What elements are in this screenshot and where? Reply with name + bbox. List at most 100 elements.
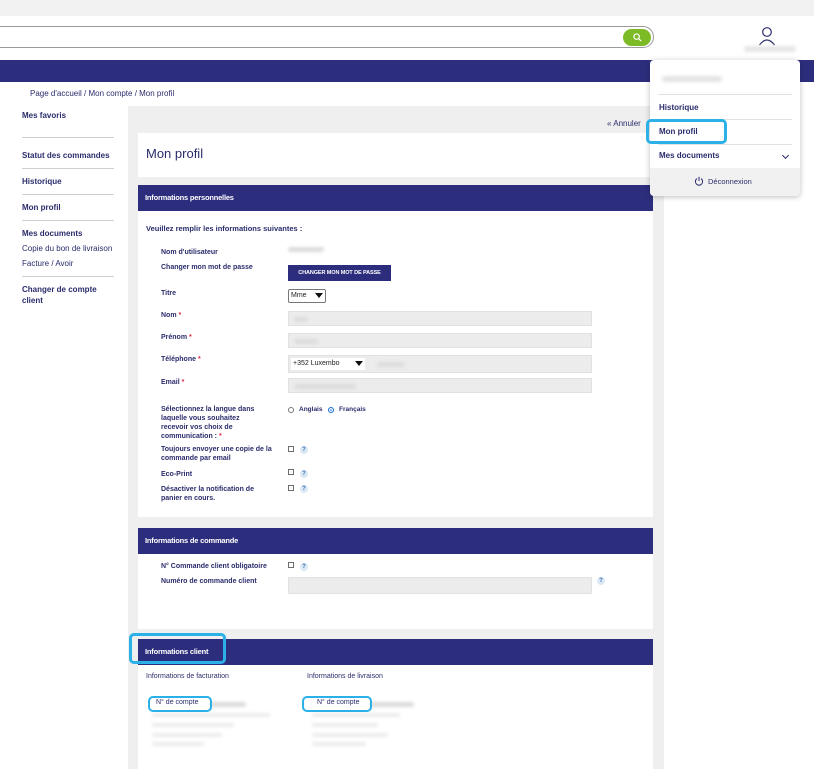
language-label: Sélectionnez la langue dans laquelle vou… xyxy=(161,405,261,441)
sidebar-divider xyxy=(22,168,114,169)
chevron-down-icon xyxy=(315,293,323,298)
sidebar-item-favorites[interactable]: Mes favoris xyxy=(22,110,114,121)
disable-cart-notification-checkbox[interactable] xyxy=(288,485,294,491)
sidebar-divider xyxy=(22,194,114,195)
sidebar-item-delivery-copy[interactable]: Copie du bon de livraison xyxy=(22,243,114,254)
email-label-text: Email xyxy=(161,379,180,386)
client-order-required-checkbox[interactable] xyxy=(288,562,294,568)
delivery-address-line xyxy=(312,733,388,737)
phone-country-select[interactable]: +352 Luxembo xyxy=(291,358,365,370)
required-marker: * xyxy=(178,312,182,319)
highlight-my-profile xyxy=(646,119,727,144)
firstname-label-text: Prénom xyxy=(161,334,188,341)
sidebar-item-change-account[interactable]: Changer de compte client xyxy=(22,284,114,306)
eco-print-label: Eco-Print xyxy=(161,471,193,478)
user-menu-history[interactable]: Historique xyxy=(659,103,699,112)
lastname-value xyxy=(294,317,308,322)
sidebar-item-order-status[interactable]: Statut des commandes xyxy=(22,150,114,161)
sidebar-item-my-profile[interactable]: Mon profil xyxy=(22,202,114,213)
delivery-account-number-value xyxy=(370,702,414,707)
search-input[interactable] xyxy=(0,26,654,48)
sidebar-item-invoice[interactable]: Facture / Avoir xyxy=(22,258,114,269)
lastname-label: Nom * xyxy=(161,311,181,320)
delivery-address-line xyxy=(312,723,378,727)
billing-address-line xyxy=(152,723,234,727)
user-menu-my-documents[interactable]: Mes documents xyxy=(659,151,719,160)
firstname-label: Prénom * xyxy=(161,333,192,342)
personal-info-intro: Veuillez remplir les informations suivan… xyxy=(146,224,303,233)
billing-address-line xyxy=(152,742,204,746)
billing-account-number-value xyxy=(210,702,246,707)
order-info-panel: Informations de commande N° Commande cli… xyxy=(138,528,653,629)
cancel-link[interactable]: « Annuler xyxy=(607,119,641,128)
delivery-info-heading: Informations de livraison xyxy=(307,673,383,680)
firstname-field[interactable] xyxy=(288,333,592,348)
breadcrumb: Page d'accueil / Mon compte / Mon profil xyxy=(30,89,175,98)
change-password-button[interactable]: CHANGER MON MOT DE PASSE xyxy=(288,265,391,281)
chevron-down-icon xyxy=(355,361,363,366)
billing-address-line xyxy=(152,733,222,737)
power-icon xyxy=(694,176,704,186)
search-icon xyxy=(632,33,642,42)
logout-label: Déconnexion xyxy=(708,176,752,186)
user-menu-footer: Déconnexion xyxy=(650,168,800,196)
required-marker: * xyxy=(181,379,185,386)
search-button[interactable] xyxy=(623,29,651,46)
highlight-billing-account-number xyxy=(148,696,212,712)
user-menu-divider xyxy=(658,94,792,95)
sidebar-divider xyxy=(22,220,114,221)
highlight-client-info-heading xyxy=(129,633,226,664)
phone-field[interactable]: +352 Luxembo xyxy=(288,355,592,373)
phone-label-text: Téléphone xyxy=(161,356,197,363)
personal-info-heading: Informations personnelles xyxy=(138,185,653,211)
help-icon[interactable]: ? xyxy=(300,563,308,571)
sidebar-item-history[interactable]: Historique xyxy=(22,176,114,187)
chevron-down-icon[interactable] xyxy=(781,151,790,160)
language-radio-french[interactable] xyxy=(328,407,334,413)
order-info-heading: Informations de commande xyxy=(138,528,653,554)
profile-title-card: Mon profil xyxy=(138,133,653,177)
language-option-english[interactable]: Anglais xyxy=(299,406,322,413)
email-field[interactable] xyxy=(288,378,592,393)
title-select[interactable]: Mme xyxy=(288,289,326,303)
eco-print-checkbox[interactable] xyxy=(288,469,294,475)
delivery-address-line xyxy=(312,742,366,746)
language-option-french[interactable]: Français xyxy=(339,406,366,413)
username-label: Nom d'utilisateur xyxy=(161,249,218,256)
copy-email-checkbox[interactable] xyxy=(288,446,294,452)
lastname-field[interactable] xyxy=(288,311,592,326)
phone-value xyxy=(377,362,405,367)
change-password-label: Changer mon mot de passe xyxy=(161,264,253,271)
client-order-required-label: N° Commande client obligatoire xyxy=(161,563,267,570)
title-label: Titre xyxy=(161,290,177,297)
user-icon[interactable] xyxy=(758,26,776,46)
highlight-delivery-account-number xyxy=(302,696,372,712)
client-order-number-label: Numéro de commande client xyxy=(161,578,257,585)
help-icon[interactable]: ? xyxy=(300,470,308,478)
help-icon[interactable]: ? xyxy=(300,485,308,493)
logout-button[interactable]: Déconnexion xyxy=(694,176,752,186)
sidebar: Mes favoris Statut des commandes Histori… xyxy=(22,110,114,306)
disable-cart-notification-label: Désactiver la notification de panier en … xyxy=(161,486,254,502)
help-icon[interactable]: ? xyxy=(597,577,605,585)
page-title: Mon profil xyxy=(146,146,204,161)
required-marker: * xyxy=(218,433,222,440)
client-order-number-field[interactable] xyxy=(288,577,592,594)
copy-email-label: Toujours envoyer une copie de la command… xyxy=(161,446,272,462)
delivery-address-line xyxy=(312,713,400,717)
help-icon[interactable]: ? xyxy=(300,446,308,454)
firstname-value xyxy=(294,339,318,344)
email-value xyxy=(294,384,356,389)
personal-info-panel: Informations personnelles Veuillez rempl… xyxy=(138,185,653,517)
required-marker: * xyxy=(197,356,201,363)
email-label: Email * xyxy=(161,378,184,387)
user-name xyxy=(744,46,796,52)
top-strip xyxy=(0,0,814,16)
sidebar-divider xyxy=(22,276,114,277)
billing-address-line xyxy=(152,713,270,717)
user-menu-account-name xyxy=(662,76,722,82)
required-marker: * xyxy=(189,334,192,341)
lastname-label-text: Nom xyxy=(161,312,177,319)
language-radio-english[interactable] xyxy=(288,407,294,413)
sidebar-item-my-documents[interactable]: Mes documents xyxy=(22,228,114,239)
